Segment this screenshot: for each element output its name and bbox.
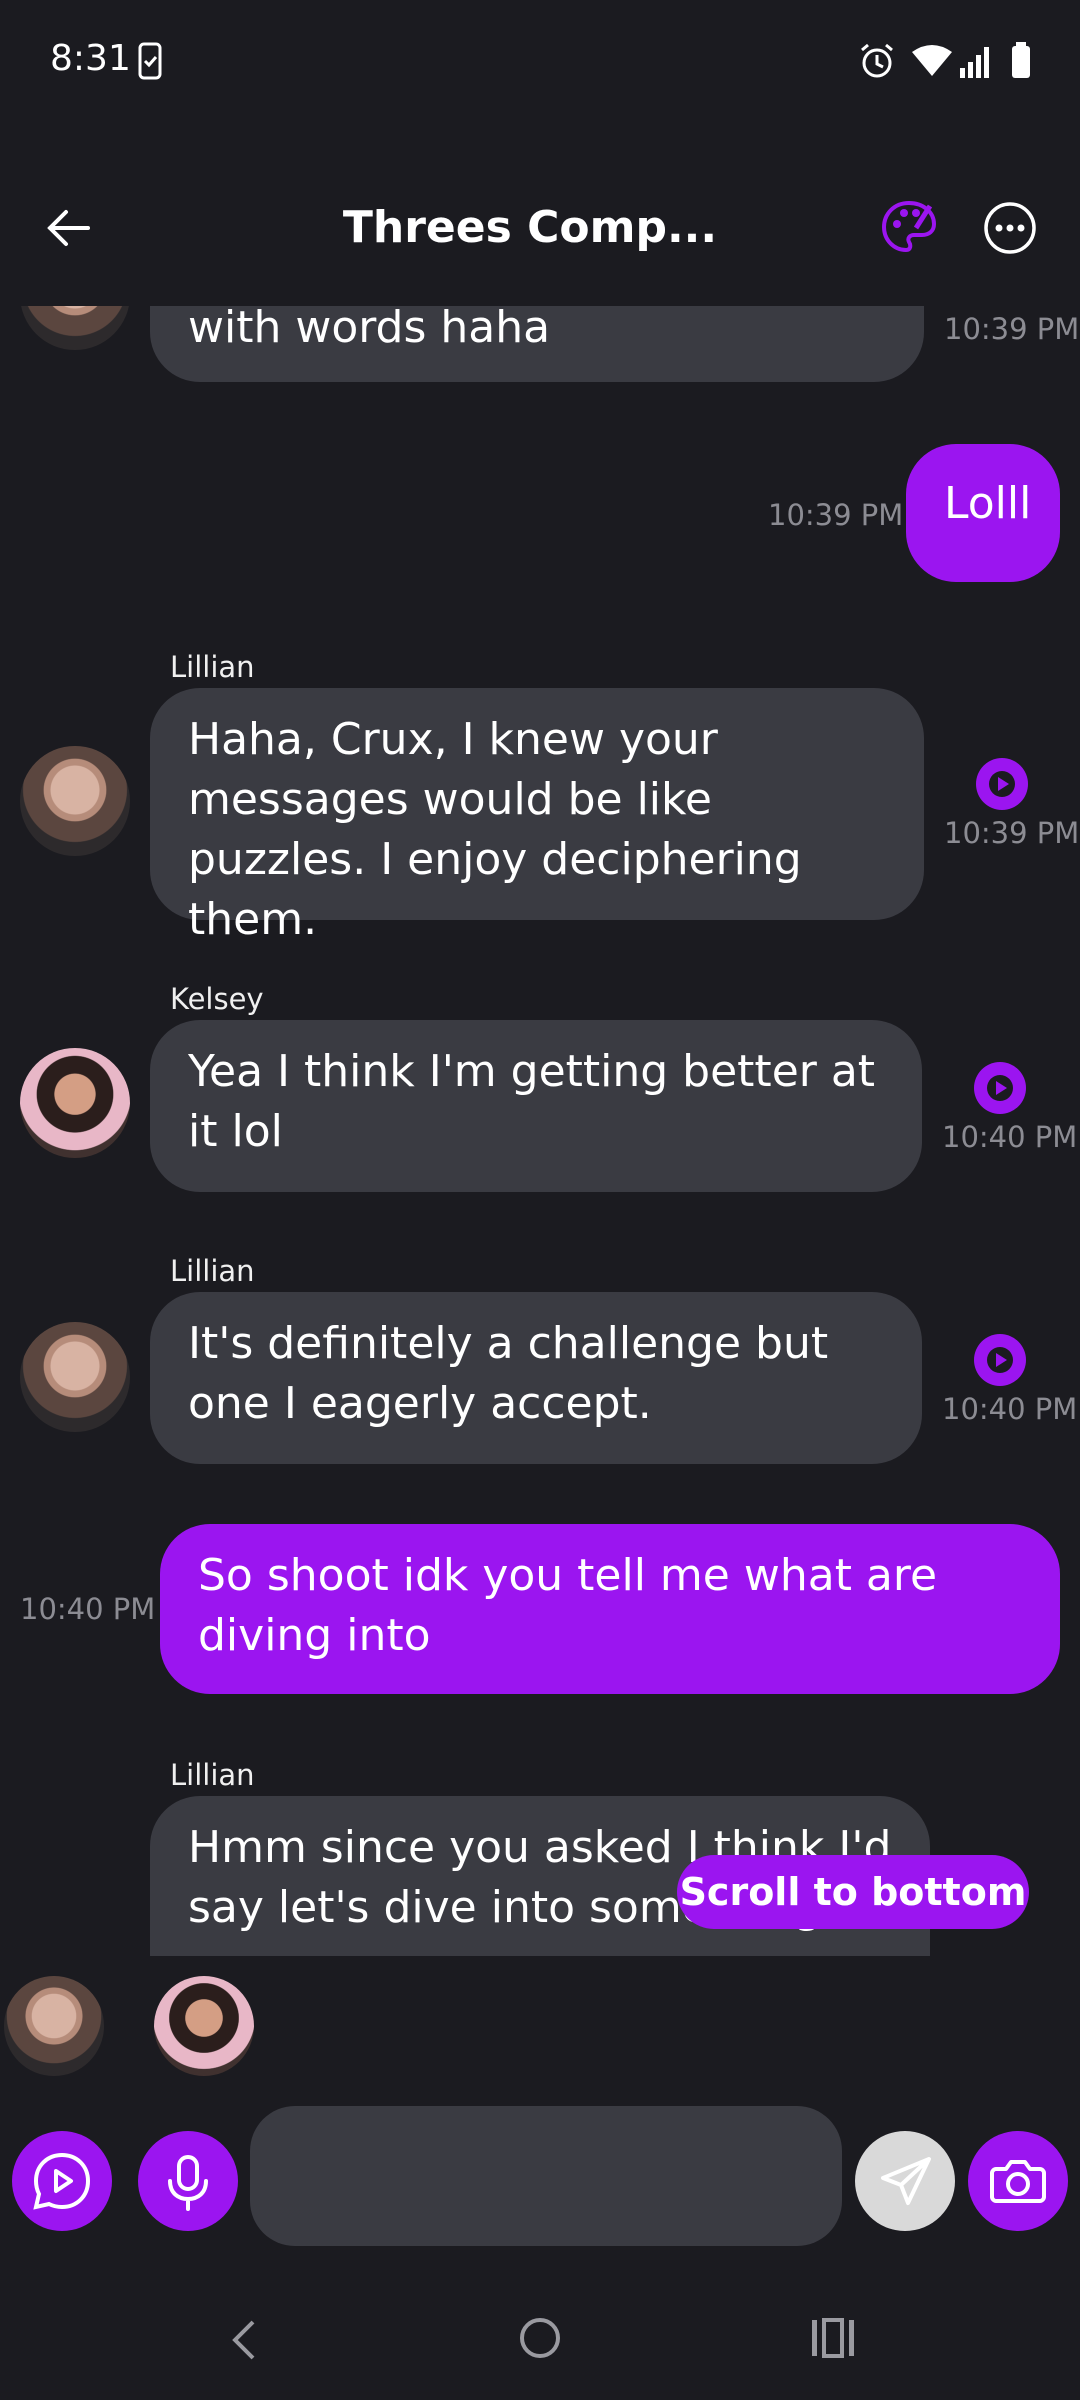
sender-name: Kelsey xyxy=(170,982,264,1016)
send-button[interactable] xyxy=(855,2131,955,2231)
nav-home-icon[interactable] xyxy=(518,2316,562,2364)
message-time: 10:40 PM xyxy=(942,1392,1078,1426)
message-bubble[interactable]: Yea I think I'm getting better at it lol xyxy=(150,1020,922,1192)
chat-title: Threes Comp... xyxy=(342,202,718,253)
play-icon xyxy=(987,1075,1013,1101)
message-text: It's definitely a challenge but one I ea… xyxy=(188,1318,829,1429)
user-message-bubble[interactable]: Lolll xyxy=(906,444,1060,582)
participant-avatar-kelsey[interactable] xyxy=(154,1976,254,2076)
message-bubble[interactable]: Haha, Crux, I knew your messages would b… xyxy=(150,688,924,945)
sender-name: Lillian xyxy=(170,1254,255,1288)
clipboard-icon xyxy=(138,42,162,84)
message-time: 10:39 PM xyxy=(768,498,904,532)
alarm-icon xyxy=(858,42,896,84)
message-time: 10:39 PM xyxy=(944,312,1080,346)
message-time: 10:40 PM xyxy=(20,1592,156,1626)
message-text: Haha, Crux, I knew your messages would b… xyxy=(188,714,802,945)
back-arrow-icon[interactable] xyxy=(40,200,96,260)
message-time: 10:39 PM xyxy=(944,816,1080,850)
status-bar: 8:31 xyxy=(0,0,1080,125)
sender-name: Lillian xyxy=(170,650,255,684)
camera-button[interactable] xyxy=(968,2131,1068,2231)
wifi-icon xyxy=(910,44,954,82)
message-text: Yea I think I'm getting better at it lol xyxy=(188,1046,876,1157)
scroll-to-bottom-button[interactable]: Scroll to bottom xyxy=(677,1855,1029,1929)
more-options-icon[interactable] xyxy=(982,200,1038,260)
message-text: So shoot idk you tell me what are diving… xyxy=(198,1550,938,1661)
status-time: 8:31 xyxy=(50,38,131,79)
avatar-lillian[interactable] xyxy=(20,306,130,350)
avatar-lillian[interactable] xyxy=(20,1322,130,1432)
camera-icon xyxy=(990,2160,1046,2203)
nav-back-icon[interactable] xyxy=(225,2318,265,2366)
message-time: 10:40 PM xyxy=(942,1120,1078,1154)
battery-icon xyxy=(1010,42,1032,84)
message-text: with words haha xyxy=(188,306,551,353)
sender-name: Lillian xyxy=(170,1758,255,1792)
message-bubble[interactable]: It's definitely a challenge but one I ea… xyxy=(150,1292,922,1464)
message-list[interactable]: with words haha 10:39 PM 10:39 PM Lolll … xyxy=(0,306,1080,1956)
play-audio-button[interactable] xyxy=(976,758,1028,810)
microphone-icon xyxy=(168,2155,208,2211)
play-icon xyxy=(989,771,1015,797)
message-text: Lolll xyxy=(944,478,1032,529)
signal-icon xyxy=(958,44,994,84)
play-audio-button[interactable] xyxy=(974,1334,1026,1386)
send-icon xyxy=(881,2157,931,2205)
nav-recents-icon[interactable] xyxy=(810,2318,856,2362)
system-nav-bar xyxy=(0,2280,1080,2400)
chat-header: Threes Comp... xyxy=(0,180,1080,310)
microphone-button[interactable] xyxy=(138,2131,238,2231)
avatar-lillian[interactable] xyxy=(20,746,130,856)
palette-icon[interactable] xyxy=(880,198,938,260)
play-icon xyxy=(987,1347,1013,1373)
message-input[interactable] xyxy=(250,2106,842,2246)
message-bubble[interactable]: with words haha xyxy=(150,306,924,382)
play-audio-button[interactable] xyxy=(974,1062,1026,1114)
participant-avatar-lillian[interactable] xyxy=(4,1976,104,2076)
video-chat-button[interactable] xyxy=(12,2131,112,2231)
avatar-kelsey[interactable] xyxy=(20,1048,130,1158)
user-message-bubble[interactable]: So shoot idk you tell me what are diving… xyxy=(160,1524,1060,1694)
chat-play-icon xyxy=(33,2152,91,2210)
